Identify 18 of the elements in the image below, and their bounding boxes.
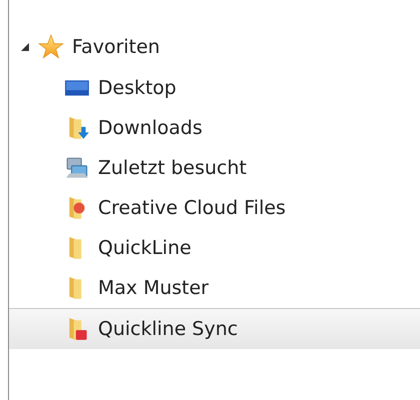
tree-item[interactable]: Favoriten: [9, 28, 420, 66]
expanded-caret-icon[interactable]: [20, 42, 30, 52]
tree-item[interactable]: Zuletzt besucht: [9, 148, 420, 188]
star-icon: [38, 34, 64, 60]
tree-item-label: QuickLine: [98, 237, 192, 259]
tree-item-label: Desktop: [98, 77, 176, 99]
tree-item[interactable]: Downloads: [9, 108, 420, 148]
tree-item-label: Max Muster: [98, 277, 209, 299]
tree-item-label: Quickline Sync: [98, 318, 238, 340]
tree-item[interactable]: Creative Cloud Files: [9, 188, 420, 228]
tree-item-label: Downloads: [98, 117, 202, 139]
tree-item[interactable]: QuickLine: [9, 228, 420, 268]
tree-item-label: Favoriten: [72, 36, 160, 58]
tree-item[interactable]: Quickline Sync: [9, 308, 420, 349]
tree-item[interactable]: Max Muster: [9, 268, 420, 308]
tree-item-label: Creative Cloud Files: [98, 197, 286, 219]
tree-item[interactable]: Desktop: [9, 68, 420, 108]
tree-item-label: Zuletzt besucht: [98, 157, 247, 179]
